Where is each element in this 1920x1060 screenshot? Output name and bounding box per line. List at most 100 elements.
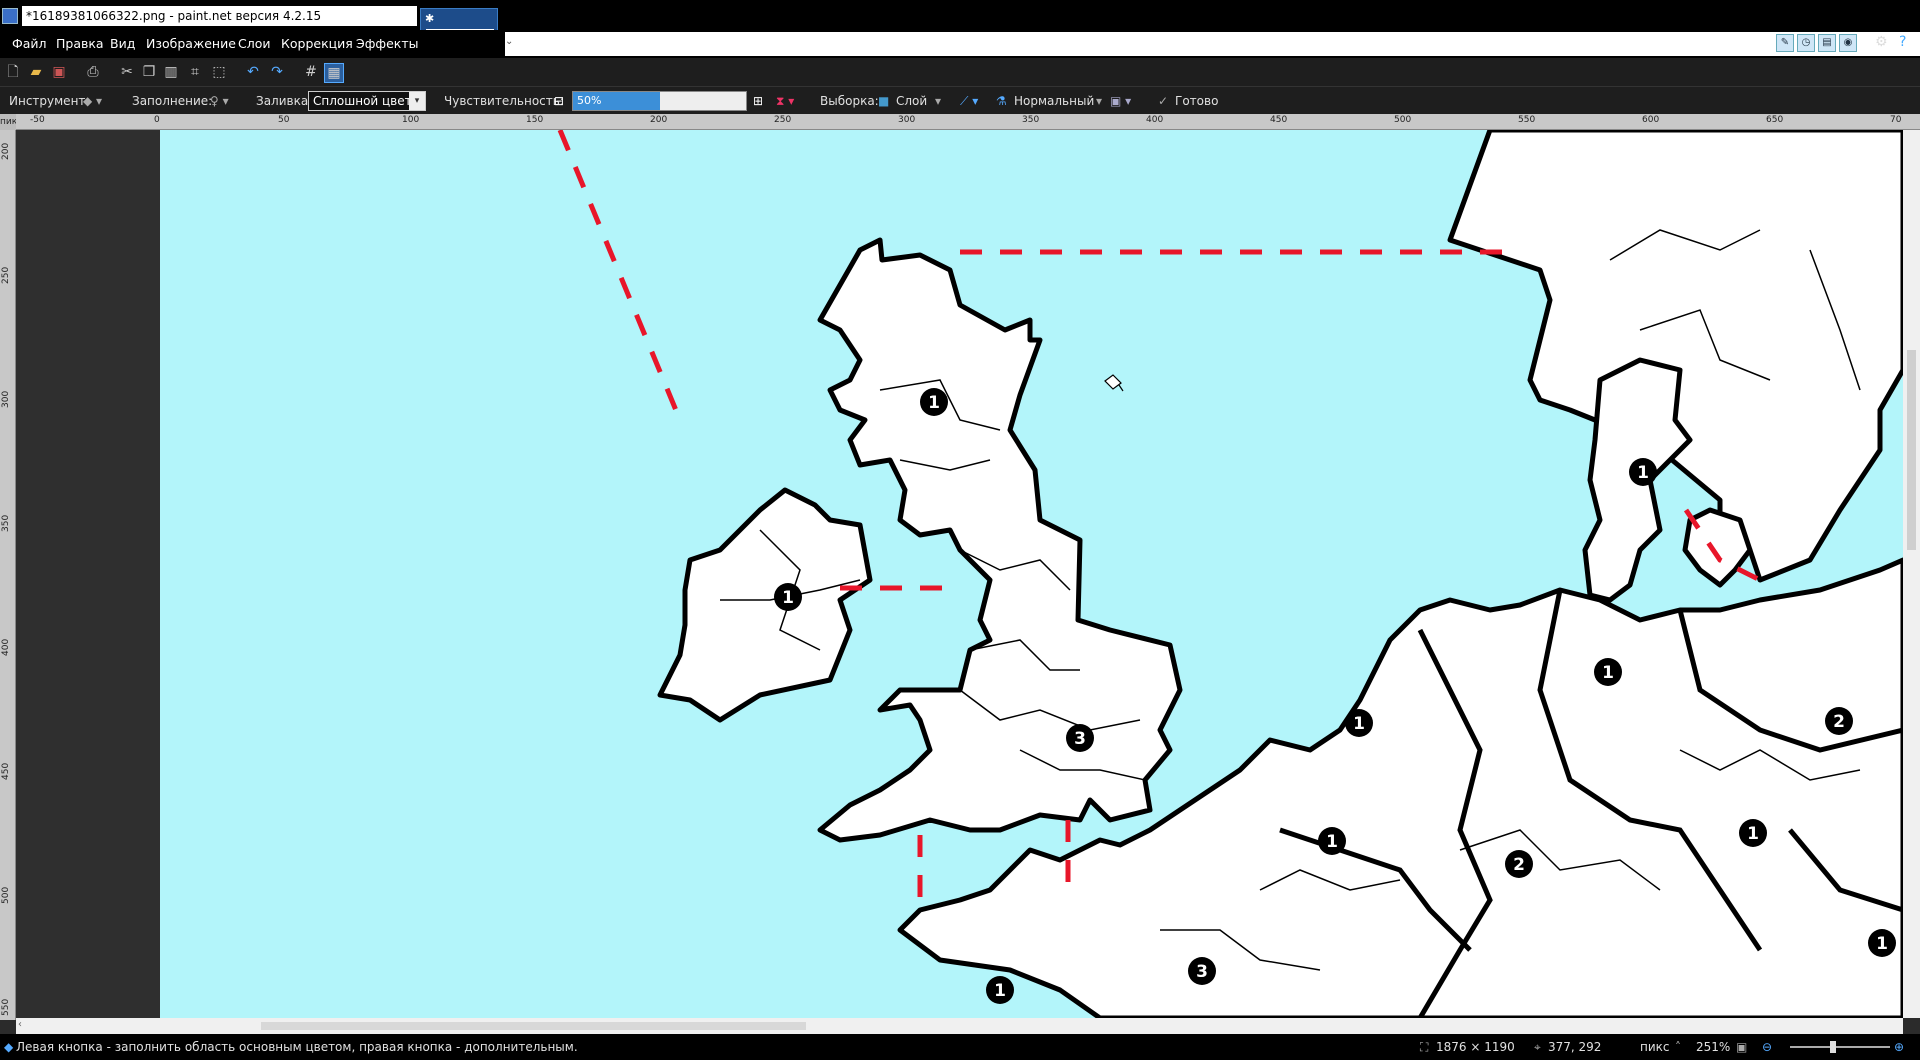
crop-icon[interactable]: ⌗ xyxy=(186,63,204,81)
badge-holland: 1 xyxy=(1345,709,1373,737)
new-file-icon[interactable]: 🗋 xyxy=(4,63,22,81)
ruler-tick: 650 xyxy=(1766,115,1784,125)
save-icon[interactable]: ▣ xyxy=(50,63,68,81)
scroll-thumb[interactable] xyxy=(261,1022,806,1030)
title-bar: *16189381066322.png - paint.net версия 4… xyxy=(0,0,1920,84)
colors-window-button[interactable]: ◉ xyxy=(1839,34,1857,52)
badge-label: 1 xyxy=(1876,934,1888,954)
badge-east-1: 1 xyxy=(1868,929,1896,957)
badge-ireland: 1 xyxy=(774,583,802,611)
ruler-tick: 300 xyxy=(1,390,11,408)
zoom-slider[interactable] xyxy=(1790,1046,1890,1048)
done-button[interactable]: Готово xyxy=(1175,87,1218,115)
sampling-icon[interactable]: ▣ ▾ xyxy=(1110,87,1131,115)
chevron-down-icon[interactable]: ⌄ xyxy=(505,36,513,47)
selection-value[interactable]: Слой xyxy=(896,87,927,115)
ruler-tick: 600 xyxy=(1642,115,1660,125)
vertical-scrollbar[interactable] xyxy=(1903,130,1920,1018)
flood-mode-icon[interactable]: ♀ ▾ xyxy=(210,87,229,115)
antialiasing-icon[interactable]: ⟋ ▾ xyxy=(960,87,978,115)
chevron-up-icon[interactable]: ˄ xyxy=(1675,1034,1681,1060)
menu-effects[interactable]: Эффекты xyxy=(356,30,419,58)
zoom-level[interactable]: 251% xyxy=(1696,1034,1730,1060)
ruler-tick: 400 xyxy=(1,638,11,656)
paste-icon[interactable]: ▥ xyxy=(162,63,180,81)
gear-icon: ✱ xyxy=(425,12,435,25)
grid-icon[interactable]: # xyxy=(302,63,320,81)
cut-icon[interactable]: ✂ xyxy=(118,63,136,81)
image-size: 1876 × 1190 xyxy=(1436,1040,1515,1054)
badge-label: 1 xyxy=(1602,663,1614,683)
settings-gear-icon[interactable]: ⚙ xyxy=(1875,34,1888,50)
badge-belgium: 1 xyxy=(1318,827,1346,855)
fill-label: Заливка: xyxy=(256,94,313,108)
badge-label: 1 xyxy=(1353,714,1365,734)
tolerance-label: Чувствительность: xyxy=(444,94,564,108)
badge-label: 2 xyxy=(1513,855,1525,875)
horizontal-scrollbar[interactable]: ‹ xyxy=(16,1018,1903,1034)
undo-icon[interactable]: ↶ xyxy=(244,63,262,81)
help-icon[interactable]: ? xyxy=(1899,34,1906,50)
chevron-down-icon: ▾ xyxy=(409,92,425,110)
menu-file[interactable]: Файл xyxy=(12,30,47,58)
status-bar: ◆ Левая кнопка - заполнить область основ… xyxy=(0,1034,1920,1060)
blend-mode-icon: ⚗ xyxy=(996,94,1007,108)
open-folder-icon[interactable]: ▰ xyxy=(27,63,45,81)
cursor-position: 377, 292 xyxy=(1548,1040,1602,1054)
fill-type-select[interactable]: Сплошной цвет ▾ xyxy=(308,91,426,111)
ruler-tick: 450 xyxy=(1,762,11,780)
paint-bucket-icon: ◆ xyxy=(4,1040,14,1054)
ruler-tick: 50 xyxy=(278,115,290,125)
ruler-tick: 350 xyxy=(1,514,11,532)
copy-icon[interactable]: ❐ xyxy=(140,63,158,81)
history-window-button[interactable]: ◷ xyxy=(1797,34,1815,52)
menu-adjustments[interactable]: Коррекция xyxy=(281,30,353,58)
image-canvas[interactable]: 1 1 3 1 1 1 1 2 1 1 2 3 1 1 xyxy=(160,130,1903,1018)
badge-scotland: 1 xyxy=(920,388,948,416)
menu-spacer: ⌄ xyxy=(505,32,1920,56)
badge-brittany: 1 xyxy=(986,976,1014,1004)
tolerance-minus-icon[interactable]: ⊟ xyxy=(554,87,564,115)
flood-mode-label: Заполнение: xyxy=(132,94,213,108)
zoom-window-icon[interactable]: ▣ xyxy=(1736,1034,1747,1060)
tolerance-slider[interactable]: 50% xyxy=(572,91,747,111)
deselect-icon[interactable]: ⬚ xyxy=(210,63,228,81)
scroll-thumb[interactable] xyxy=(1907,350,1916,550)
ruler-tick: 500 xyxy=(1,886,11,904)
print-icon[interactable]: ⎙ xyxy=(84,63,102,81)
badge-england: 3 xyxy=(1066,724,1094,752)
ruler-tick: 250 xyxy=(1,266,11,284)
vertical-ruler: 200 250 300 350 400 450 500 550 xyxy=(0,130,16,1020)
badge-label: 1 xyxy=(928,393,940,413)
tolerance-plus-icon[interactable]: ⊞ xyxy=(753,87,763,115)
redo-icon[interactable]: ↷ xyxy=(268,63,286,81)
tools-window-button[interactable]: ✎ xyxy=(1776,34,1794,52)
zoom-in-icon[interactable]: ⊕ xyxy=(1894,1034,1904,1060)
paint-bucket-icon[interactable]: ◆ ▾ xyxy=(83,87,102,115)
zoom-slider-knob[interactable] xyxy=(1830,1041,1836,1053)
ruler-toggle-icon[interactable]: ▦ xyxy=(324,63,344,83)
badge-label: 1 xyxy=(782,588,794,608)
zoom-out-icon[interactable]: ⊖ xyxy=(1762,1034,1772,1060)
main-toolbar: 🗋 ▰ ▣ ⎙ ✂ ❐ ▥ ⌗ ⬚ ↶ ↷ # ▦ xyxy=(0,58,1920,86)
units-select[interactable]: пикс xyxy=(1640,1034,1670,1060)
badge-label: 1 xyxy=(994,981,1006,1001)
layers-window-button[interactable]: ▤ xyxy=(1818,34,1836,52)
antialias-icon[interactable]: ⧗ ▾ xyxy=(776,87,794,115)
chevron-down-icon[interactable]: ▾ xyxy=(1096,87,1102,115)
window-title: *16189381066322.png - paint.net версия 4… xyxy=(22,6,417,26)
blend-mode-value[interactable]: Нормальный xyxy=(1014,87,1094,115)
chevron-down-icon[interactable]: ▾ xyxy=(935,87,941,115)
badge-north-germany: 1 xyxy=(1594,658,1622,686)
selection-label: Выборка: xyxy=(820,94,879,108)
menu-edit[interactable]: Правка xyxy=(56,30,104,58)
ruler-tick: 150 xyxy=(526,115,544,125)
menu-image[interactable]: Изображение xyxy=(146,30,236,58)
badge-label: 2 xyxy=(1833,712,1845,732)
ruler-tick: 350 xyxy=(1022,115,1040,125)
menu-layers[interactable]: Слои xyxy=(238,30,271,58)
badge-label: 1 xyxy=(1326,832,1338,852)
menu-view[interactable]: Вид xyxy=(110,30,135,58)
chevron-left-icon[interactable]: ‹ xyxy=(18,1019,22,1030)
ruler-tick: 400 xyxy=(1146,115,1164,125)
